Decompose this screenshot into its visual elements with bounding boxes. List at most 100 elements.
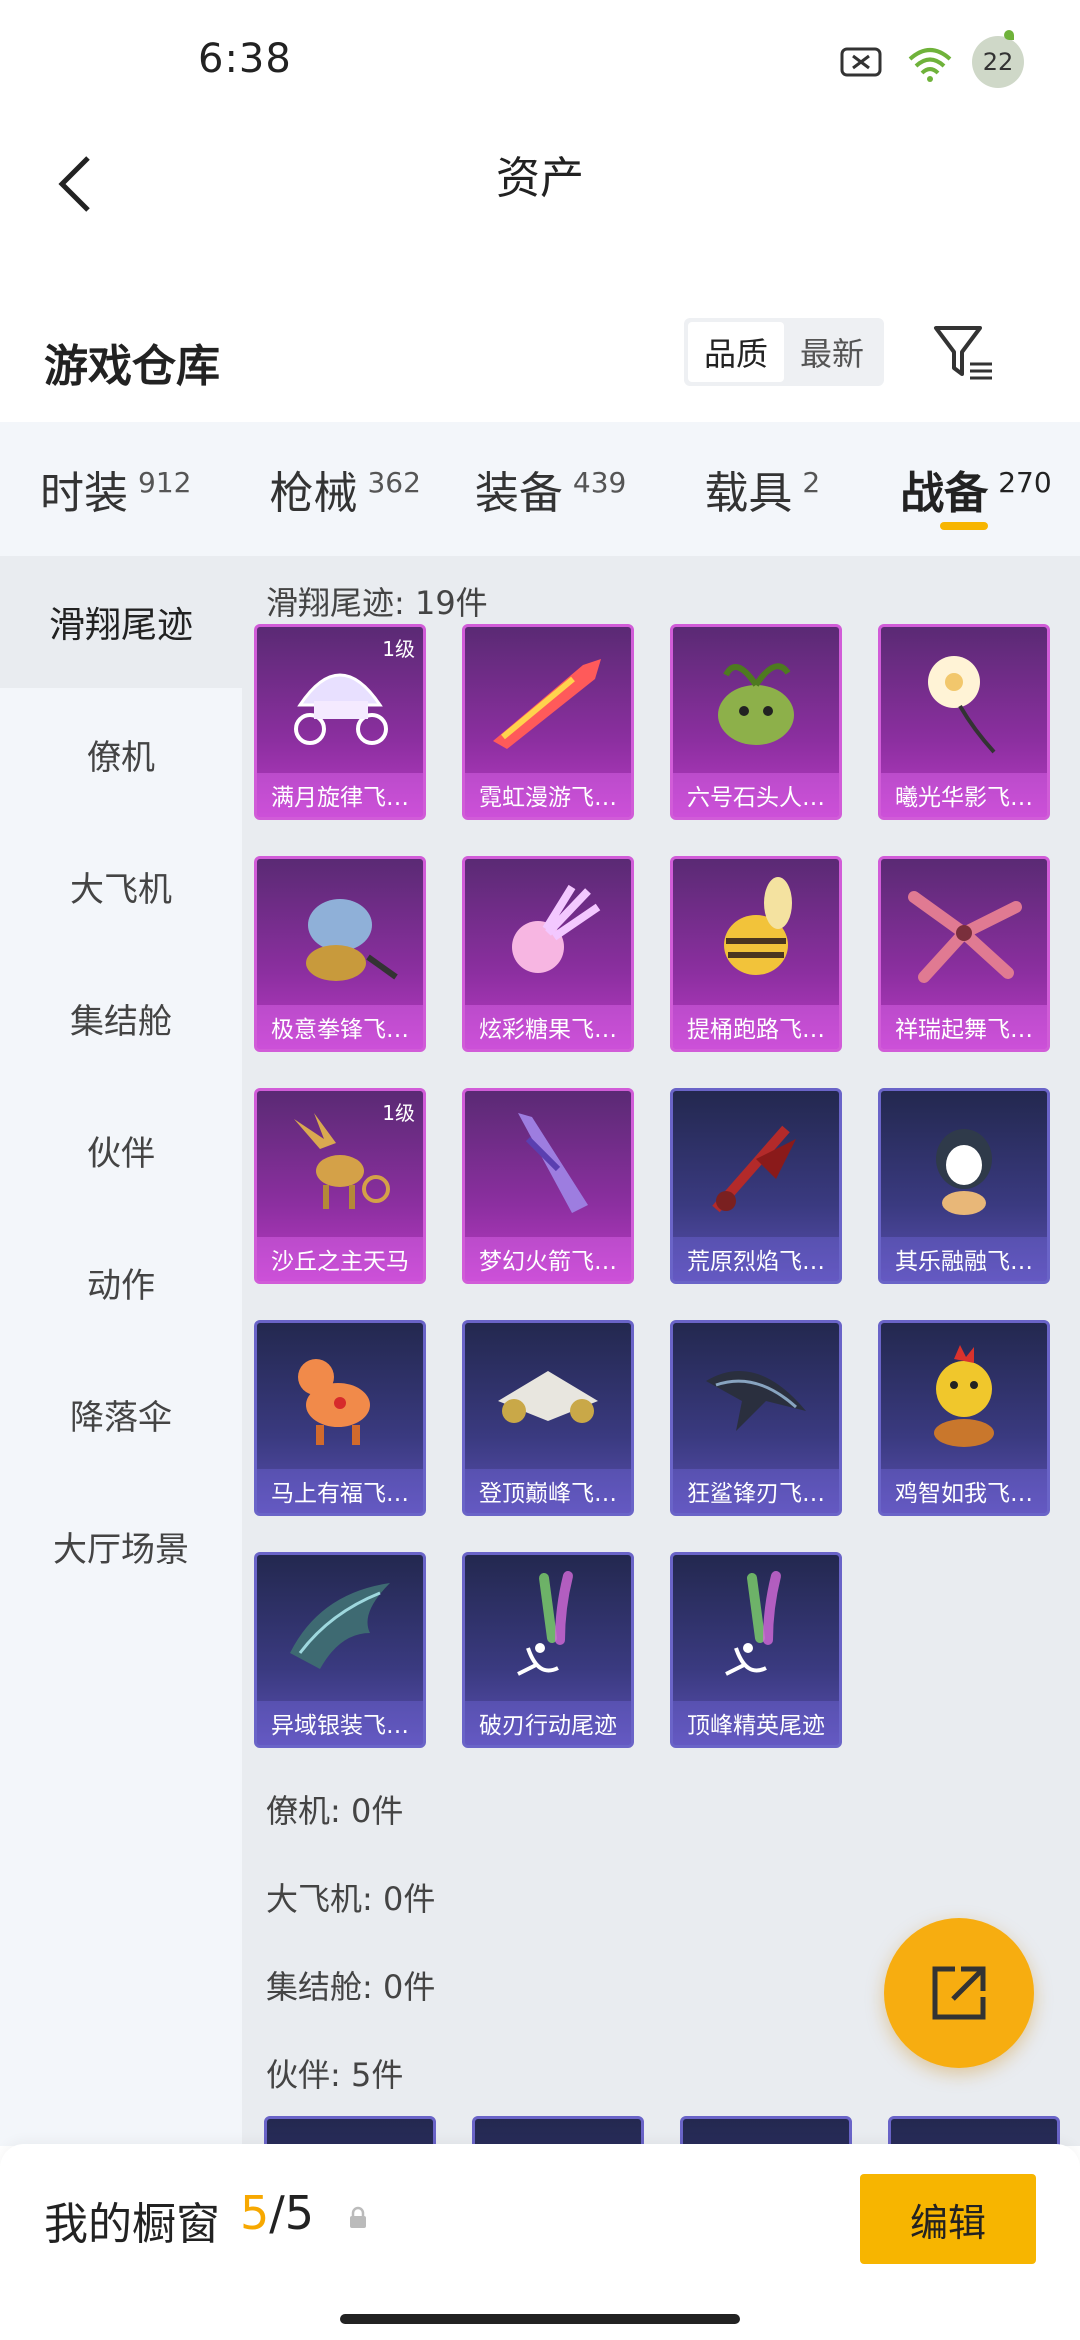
tab-label: 时装	[40, 468, 128, 519]
item-card-partial[interactable]	[472, 2116, 644, 2146]
flame-glider-icon	[673, 1091, 839, 1237]
showcase-total: 5	[284, 2186, 315, 2240]
item-name: 霓虹漫游飞…	[465, 773, 631, 817]
section-title-glide-trail: 滑翔尾迹: 19件	[266, 584, 488, 622]
page-title: 资产	[496, 153, 584, 204]
jet-icon	[465, 1323, 631, 1469]
sprout-creature-icon	[673, 627, 839, 773]
elephant-icon	[257, 859, 423, 1005]
item-card[interactable]: 炫彩糖果飞…	[462, 856, 634, 1052]
item-card[interactable]: 鸡智如我飞…	[878, 1320, 1050, 1516]
tab-fashion[interactable]: 时装 912	[40, 422, 191, 556]
item-card[interactable]: 六号石头人…	[670, 624, 842, 820]
share-icon	[932, 1966, 986, 2020]
showcase-bar: 我的橱窗 5/5 编辑	[0, 2144, 1080, 2340]
sidebar-item-emote[interactable]: 动作	[0, 1216, 242, 1348]
sidebar: 滑翔尾迹 僚机 大飞机 集结舱 伙伴 动作 降落伞 大厅场景	[0, 556, 242, 2146]
item-name: 沙丘之主天马	[257, 1237, 423, 1281]
section-title-companion: 伙伴: 5件	[266, 2056, 404, 2094]
item-name: 六号石头人…	[673, 773, 839, 817]
filter-button[interactable]	[930, 320, 998, 384]
item-card[interactable]: 异域银装飞…	[254, 1552, 426, 1748]
item-name: 鸡智如我飞…	[881, 1469, 1047, 1513]
home-indicator	[340, 2314, 740, 2324]
item-card-partial[interactable]	[680, 2116, 852, 2146]
item-name: 狂鲨锋刃飞…	[673, 1469, 839, 1513]
tab-label: 战备	[900, 468, 989, 519]
item-name: 曦光华影飞…	[881, 773, 1047, 817]
section-title-airplane: 大飞机: 0件	[266, 1880, 436, 1918]
tab-vehicles[interactable]: 载具 2	[704, 422, 820, 556]
item-card-partial[interactable]	[888, 2116, 1060, 2146]
item-name: 其乐融融飞…	[881, 1237, 1047, 1281]
nav-bar: 资产	[0, 120, 1080, 280]
item-level-badge: 1级	[382, 1101, 415, 1125]
item-card[interactable]: 荒原烈焰飞…	[670, 1088, 842, 1284]
tab-equipment[interactable]: 装备 439	[475, 422, 626, 556]
sidebar-item-wingman[interactable]: 僚机	[0, 688, 242, 820]
item-card[interactable]: 1级沙丘之主天马	[254, 1088, 426, 1284]
sidebar-item-parachute[interactable]: 降落伞	[0, 1348, 242, 1480]
candy-icon	[465, 859, 631, 1005]
smoke-trail-icon	[465, 1555, 631, 1701]
item-card[interactable]: 狂鲨锋刃飞…	[670, 1320, 842, 1516]
item-card[interactable]: 提桶跑路飞…	[670, 856, 842, 1052]
item-name: 异域银装飞…	[257, 1701, 423, 1745]
item-card[interactable]: 梦幻火箭飞…	[462, 1088, 634, 1284]
item-name: 登顶巅峰飞…	[465, 1469, 631, 1513]
item-card[interactable]: 极意拳锋飞…	[254, 856, 426, 1052]
status-time: 6:38	[198, 36, 292, 82]
edit-button[interactable]: 编辑	[860, 2174, 1036, 2264]
item-card[interactable]: 1级满月旋律飞…	[254, 624, 426, 820]
tab-guns[interactable]: 枪械 362	[269, 422, 420, 556]
item-card[interactable]: 顶峰精英尾迹	[670, 1552, 842, 1748]
sidebar-item-companion[interactable]: 伙伴	[0, 1084, 242, 1216]
showcase-count: 5/5	[240, 2186, 314, 2240]
item-name: 顶峰精英尾迹	[673, 1701, 839, 1745]
sidebar-item-assembly-pod[interactable]: 集结舱	[0, 952, 242, 1084]
active-tab-indicator	[940, 522, 989, 530]
item-card-partial[interactable]	[264, 2116, 436, 2146]
sidebar-item-glide-trail[interactable]: 滑翔尾迹	[0, 556, 242, 688]
rocket-icon	[465, 627, 631, 773]
item-card[interactable]: 破刃行动尾迹	[462, 1552, 634, 1748]
sidebar-item-airplane[interactable]: 大飞机	[0, 820, 242, 952]
sort-newest[interactable]: 最新	[784, 322, 880, 382]
wifi-icon	[906, 45, 952, 82]
item-list: 滑翔尾迹: 19件 1级 满月旋律飞… 霓虹漫游飞… 六号石头人… 曦光华影飞… 极意拳锋…	[242, 556, 1080, 2146]
section-title-wingman: 僚机: 0件	[266, 1792, 404, 1830]
warehouse-header: 游戏仓库 品质 最新	[0, 318, 1080, 422]
penguin-icon	[881, 1091, 1047, 1237]
item-name: 马上有福飞…	[257, 1469, 423, 1513]
item-card[interactable]: 其乐融融飞…	[878, 1088, 1050, 1284]
item-name: 满月旋律飞…	[257, 773, 423, 817]
showcase-label: 我的橱窗	[44, 2199, 220, 2250]
item-card[interactable]: 马上有福飞…	[254, 1320, 426, 1516]
filter-icon	[934, 326, 992, 380]
sort-quality[interactable]: 品质	[688, 322, 784, 382]
item-name: 梦幻火箭飞…	[465, 1237, 631, 1281]
item-level-badge: 1级	[382, 637, 415, 661]
item-card[interactable]: 登顶巅峰飞…	[462, 1320, 634, 1516]
tab-battle-gear[interactable]: 战备 270	[900, 422, 1052, 556]
chicken-icon	[881, 1323, 1047, 1469]
item-card[interactable]: 祥瑞起舞飞…	[878, 856, 1050, 1052]
petal-wings-icon	[881, 859, 1047, 1005]
flower-icon	[881, 627, 1047, 773]
sim-off-icon	[840, 45, 882, 79]
warehouse-title: 游戏仓库	[44, 341, 220, 392]
smoke-trail-icon	[673, 1555, 839, 1701]
item-name: 炫彩糖果飞…	[465, 1005, 631, 1049]
sidebar-item-lobby-scene[interactable]: 大厅场景	[0, 1480, 242, 1612]
category-tabs: 时装 912 枪械 362 装备 439 载具 2 战备 270	[0, 422, 1080, 556]
item-card[interactable]: 霓虹漫游飞…	[462, 624, 634, 820]
tab-count: 2	[802, 465, 821, 499]
item-card[interactable]: 曦光华影飞…	[878, 624, 1050, 820]
battery-level: 22	[982, 48, 1014, 76]
status-bar: 6:38 22	[0, 0, 1080, 120]
wing-icon	[257, 1555, 423, 1701]
tab-count: 912	[138, 465, 192, 499]
showcase-separator: /	[269, 2186, 285, 2240]
tab-count: 270	[998, 465, 1052, 499]
share-button[interactable]	[884, 1918, 1034, 2068]
